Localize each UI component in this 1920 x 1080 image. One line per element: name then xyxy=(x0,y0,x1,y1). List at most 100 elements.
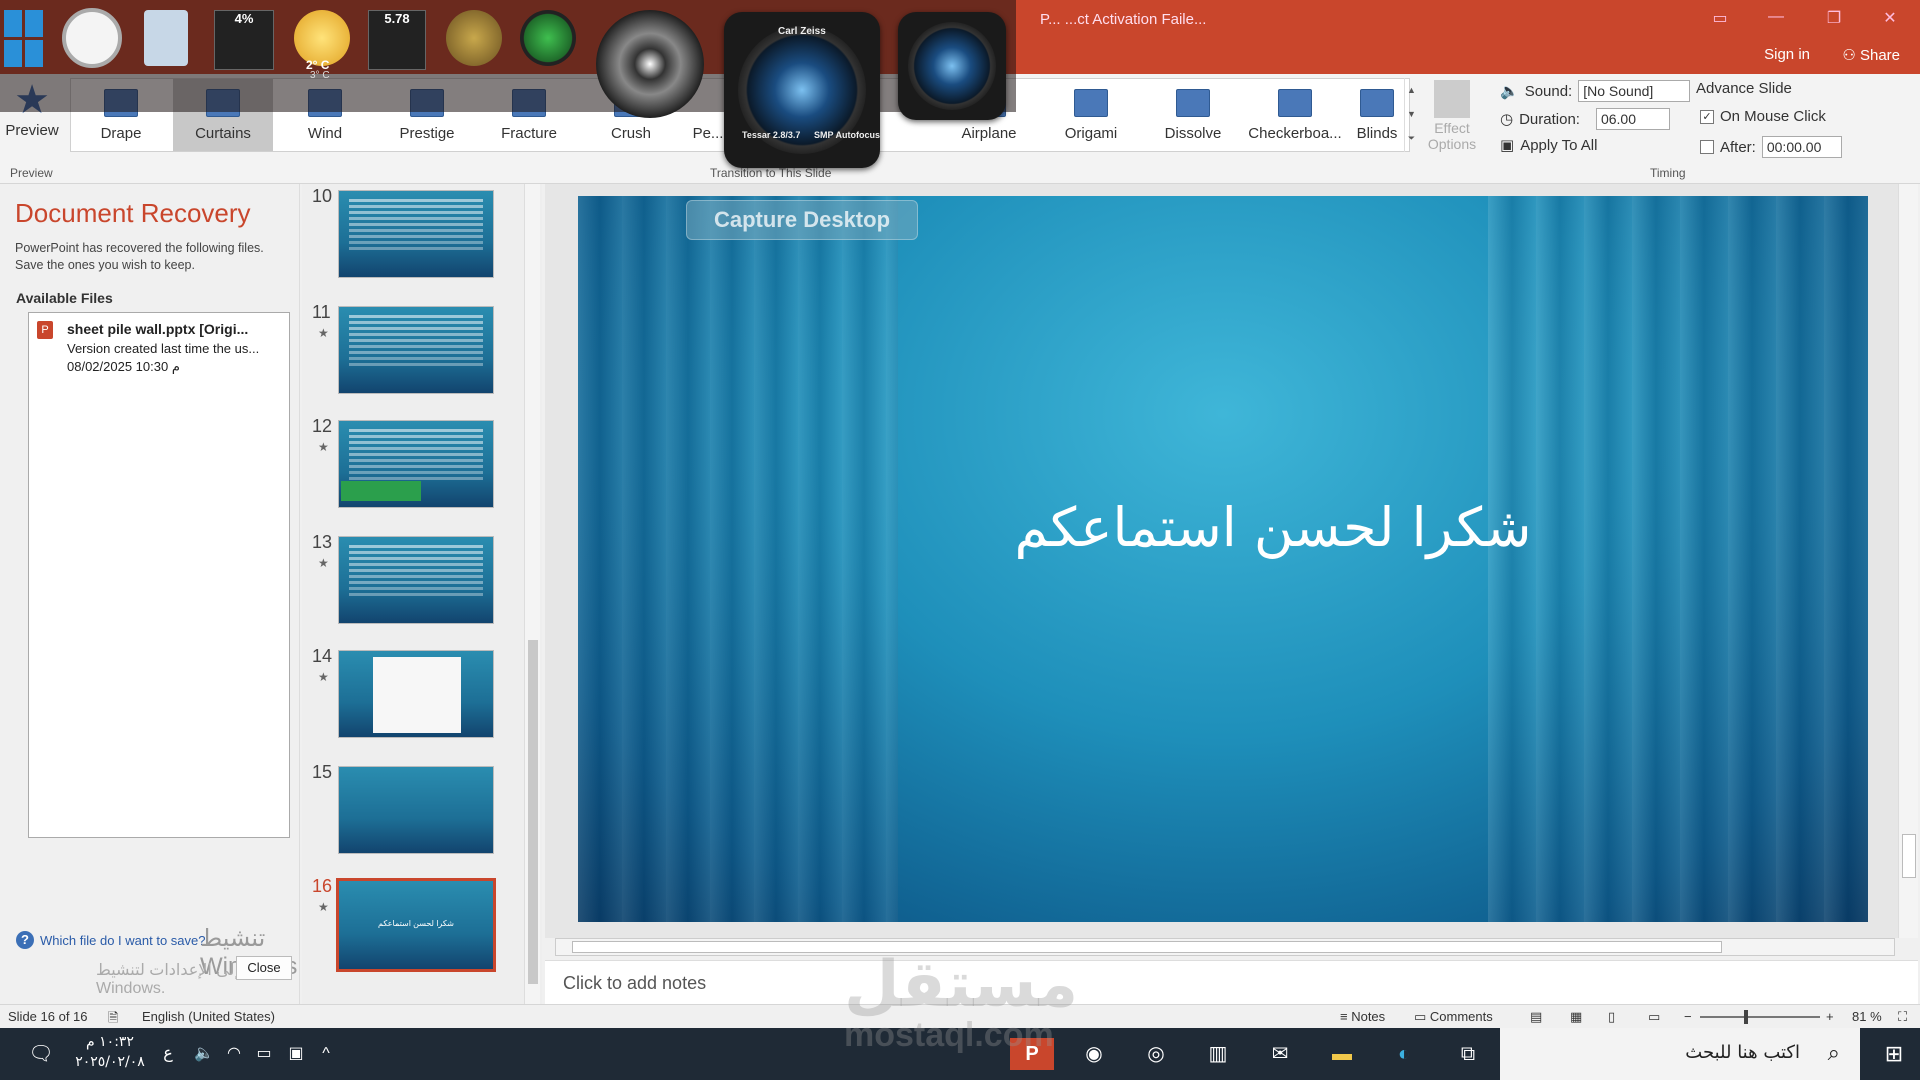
slide-thumbnail[interactable] xyxy=(338,420,494,508)
on-mouse-click-row[interactable]: ✓ On Mouse Click xyxy=(1700,108,1826,125)
slide-vertical-scrollbar[interactable] xyxy=(1898,184,1918,938)
gallery-down-icon[interactable]: ▼ xyxy=(1405,102,1418,126)
recovery-close-button[interactable]: Close xyxy=(236,956,292,980)
mail-icon[interactable]: ✉ xyxy=(1258,1038,1302,1070)
gallery-more-icon[interactable]: ⏷ xyxy=(1405,126,1418,150)
normal-view-icon[interactable]: ▤ xyxy=(1530,1009,1542,1025)
blinds-icon xyxy=(1360,89,1394,117)
notes-toggle[interactable]: ≡ Notes xyxy=(1340,1009,1385,1024)
share-button[interactable]: ⚇ Share xyxy=(1842,46,1900,64)
edge-icon[interactable]: ◐ xyxy=(1382,1038,1426,1070)
browser-icon[interactable]: ◎ xyxy=(1134,1038,1178,1070)
slide-editor: شكرا لحسن استماعكم xyxy=(545,184,1905,938)
effect-options-button[interactable]: Effect Options xyxy=(1420,80,1484,152)
zoom-level[interactable]: 81 % xyxy=(1852,1009,1882,1024)
fit-slide-icon[interactable]: ⛶ xyxy=(1898,1009,1907,1025)
thumbnails-scroll-thumb[interactable] xyxy=(528,640,538,984)
apply-all-icon: ▣ xyxy=(1500,137,1515,154)
site-watermark: mostaql.com xyxy=(844,1016,1054,1054)
camera-lens-gadget: Carl Zeiss SMP Autofocus Tessar 2.8/3.7 xyxy=(724,12,880,168)
sound-select[interactable]: [No Sound] xyxy=(1578,80,1691,102)
restore-button[interactable]: ❐ xyxy=(1814,8,1854,28)
close-window-button[interactable]: ✕ xyxy=(1870,8,1910,28)
cpu-gadget: 4% xyxy=(214,10,274,70)
after-checkbox[interactable] xyxy=(1700,140,1714,154)
zoom-slider[interactable] xyxy=(1700,1010,1820,1024)
thumb-number: 16 xyxy=(312,876,333,896)
animation-star-icon: ★ xyxy=(318,556,329,570)
slide-thumbnail[interactable] xyxy=(338,766,494,854)
duration-input[interactable]: 06.00 xyxy=(1595,108,1670,130)
checkerboard-icon xyxy=(1278,89,1312,117)
recovery-title: Document Recovery xyxy=(15,198,251,228)
person-icon: ⚇ xyxy=(1842,47,1860,64)
slide-horizontal-scrollbar[interactable] xyxy=(555,938,1895,956)
file-explorer-icon[interactable]: ▬ xyxy=(1320,1038,1364,1070)
thumbnails-scrollbar[interactable] xyxy=(524,184,540,1004)
thumb-number: 15 xyxy=(312,762,333,782)
meter-gadget: 5.78 xyxy=(368,10,426,70)
language-indicator[interactable]: English (United States) xyxy=(142,1009,275,1024)
transitions-group-label: Transition to This Slide xyxy=(710,166,832,180)
zoom-in-icon[interactable]: + xyxy=(1826,1009,1834,1024)
transition-checkerboard[interactable]: Checkerboa... xyxy=(1245,79,1345,151)
transition-blinds[interactable]: Blinds xyxy=(1347,79,1407,151)
available-files-heading: Available Files xyxy=(16,290,113,306)
zoom-out-icon[interactable]: − xyxy=(1684,1009,1692,1024)
notes-icon: ≡ xyxy=(1340,1009,1352,1024)
notes-placeholder: Click to add notes xyxy=(563,973,707,993)
notes-toggle-label: Notes xyxy=(1351,1009,1386,1024)
slide-thumbnail[interactable] xyxy=(338,536,494,624)
animation-star-icon: ★ xyxy=(318,440,329,454)
duration-label: Duration: xyxy=(1519,110,1580,128)
slide-thumbnail-selected[interactable]: شكرا لحسن استماعكم xyxy=(336,878,496,972)
windows-start-icon[interactable]: ⊞ xyxy=(1874,1038,1914,1070)
help-icon: ? xyxy=(16,931,34,949)
apply-all-button[interactable]: ▣ Apply To All xyxy=(1500,136,1597,155)
window-title: P... ...ct Activation Faile... xyxy=(1040,11,1207,28)
on-mouse-click-checkbox[interactable]: ✓ xyxy=(1700,109,1714,124)
current-slide[interactable]: شكرا لحسن استماعكم xyxy=(578,196,1868,922)
duration-row: ◷ Duration: 06.00 xyxy=(1500,108,1670,130)
gallery-up-icon[interactable]: ▲ xyxy=(1405,78,1418,102)
animation-star-icon: ★ xyxy=(318,670,329,684)
slide-thumbnail[interactable] xyxy=(338,650,494,738)
volume-icon[interactable]: 🔈 xyxy=(192,1038,216,1070)
desktop-gadgets: 4% 2° C 3° C 5.78 Carl Zeiss SMP Autofoc… xyxy=(0,0,1020,168)
show-hidden-icons[interactable]: ^ xyxy=(314,1038,338,1070)
thumb-number: 11 xyxy=(312,302,331,322)
sign-in-link[interactable]: Sign in xyxy=(1764,46,1810,63)
horizontal-scroll-thumb[interactable] xyxy=(572,941,1722,953)
battery-icon[interactable]: ▭ xyxy=(252,1038,276,1070)
slide-sorter-icon[interactable]: ▦ xyxy=(1570,1009,1582,1025)
transition-origami[interactable]: Origami xyxy=(1041,79,1141,151)
slide-thumbnail[interactable] xyxy=(338,190,494,278)
chrome-icon[interactable]: ◉ xyxy=(1072,1038,1116,1070)
search-placeholder: اكتب هنا للبحث xyxy=(1685,1042,1800,1063)
recovered-file-version: Version created last time the us... xyxy=(67,341,260,356)
slide-scroll-thumb[interactable] xyxy=(1902,834,1916,878)
zoom-slider-knob[interactable] xyxy=(1744,1010,1748,1024)
after-input[interactable]: 00:00.00 xyxy=(1761,136,1842,158)
reading-view-icon[interactable]: ▯ xyxy=(1608,1009,1615,1025)
which-file-help-link[interactable]: ? Which file do I want to save? xyxy=(16,931,205,949)
transition-dissolve[interactable]: Dissolve xyxy=(1143,79,1243,151)
comments-toggle[interactable]: ▭ Comments xyxy=(1414,1009,1493,1025)
ribbon-display-icon[interactable]: ▭ xyxy=(1700,8,1740,28)
minimize-button[interactable]: — xyxy=(1756,8,1796,26)
gallery-scroll[interactable]: ▲ ▼ ⏷ xyxy=(1404,78,1418,152)
task-view-icon[interactable]: ⧉ xyxy=(1446,1038,1490,1070)
tray-icon[interactable]: ▣ xyxy=(284,1038,308,1070)
taskbar-search[interactable]: اكتب هنا للبحث ⌕ xyxy=(1500,1028,1860,1080)
notification-icon[interactable]: 🗨 xyxy=(26,1038,56,1070)
slide-title[interactable]: شكرا لحسن استماعكم xyxy=(878,496,1668,559)
wifi-icon[interactable]: ◠ xyxy=(222,1038,246,1070)
store-icon[interactable]: ▥ xyxy=(1196,1038,1240,1070)
capture-desktop-button[interactable]: Capture Desktop xyxy=(686,200,918,240)
slide-thumbnail[interactable] xyxy=(338,306,494,394)
taskbar-clock[interactable]: ١٠:٣٢ م ٢٠٢٥/٠٢/٠٨ xyxy=(70,1032,150,1072)
slideshow-icon[interactable]: ▭ xyxy=(1648,1009,1660,1025)
input-language[interactable]: ع xyxy=(158,1038,178,1070)
notes-pane[interactable]: Click to add notes xyxy=(545,960,1918,1004)
thumb-number: 10 xyxy=(312,186,333,206)
